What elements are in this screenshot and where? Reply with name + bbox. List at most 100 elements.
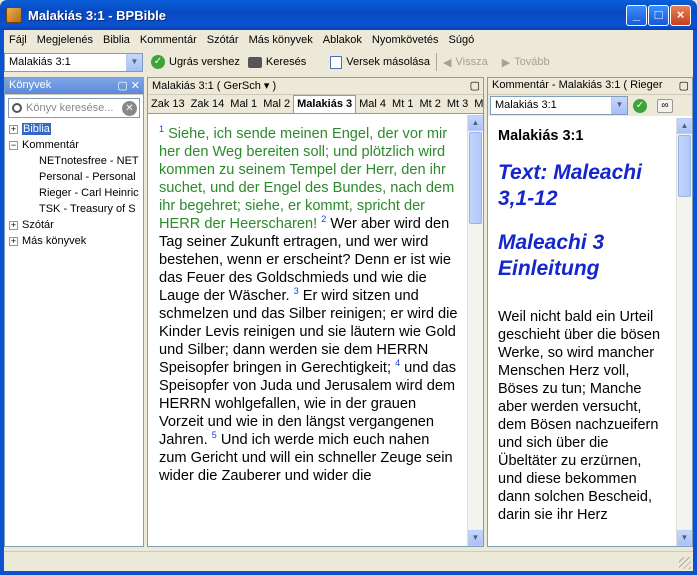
menu-file[interactable]: Fájl xyxy=(4,34,32,46)
tree-item-other-books[interactable]: + Más könyvek xyxy=(9,233,143,249)
close-button[interactable]: × xyxy=(670,5,691,26)
pane-maximize-icon[interactable]: ▢ xyxy=(679,79,689,92)
menu-view[interactable]: Megjelenés xyxy=(32,34,98,46)
app-icon xyxy=(6,7,22,23)
resize-grip-icon[interactable] xyxy=(679,557,691,569)
expand-icon[interactable]: + xyxy=(9,221,18,230)
tree-item-dictionary[interactable]: + Szótár xyxy=(9,217,143,233)
menu-bar: Fájl Megjelenés Biblia Kommentár Szótár … xyxy=(4,30,693,50)
menu-commentary[interactable]: Kommentár xyxy=(135,34,202,46)
tree-item-rieger[interactable]: Rieger - Carl Heinric xyxy=(9,185,143,201)
book-tree: + Biblia − Kommentár NETnotesfree - NET Pe… xyxy=(5,121,143,249)
commentary-body: Weil nicht bald ein Urteil geschieht übe… xyxy=(498,309,661,523)
expand-icon[interactable]: + xyxy=(9,125,18,134)
window-frame-right xyxy=(693,30,697,575)
bible-version-selector[interactable]: Malakiás 3:1 ( GerSch ▾ ) xyxy=(152,80,276,92)
chapter-tab[interactable]: Mt 4 xyxy=(471,95,483,113)
verse-number[interactable]: 1 xyxy=(159,124,164,134)
window-frame-bottom xyxy=(0,571,697,575)
toolbar: Malakiás 3:1 ▼ ✓ Ugrás vershez Keresés V… xyxy=(4,51,693,73)
forward-button[interactable]: ▶ Tovább xyxy=(502,56,550,69)
books-pane-header: Könyvek ▢ ✕ xyxy=(5,78,143,95)
commentary-pane-title: Kommentár - Malakiás 3:1 ( Rieger xyxy=(492,79,663,91)
menu-windows[interactable]: Ablakok xyxy=(318,34,367,46)
copy-verses-button[interactable]: Versek másolása xyxy=(330,55,431,69)
commentary-pane: Kommentár - Malakiás 3:1 ( Rieger ▢ Mala… xyxy=(487,77,693,547)
scroll-thumb[interactable] xyxy=(469,132,482,224)
bible-text: 1 Siehe, ich sende meinen Engel, der vor… xyxy=(148,115,467,546)
menu-tracking[interactable]: Nyomkövetés xyxy=(367,34,444,46)
bible-pane-header: Malakiás 3:1 ( GerSch ▾ ) ▢ xyxy=(148,78,483,95)
scroll-thumb[interactable] xyxy=(678,135,691,197)
status-bar xyxy=(4,551,693,571)
collapse-icon[interactable]: − xyxy=(9,141,18,150)
scroll-up-icon[interactable]: ▲ xyxy=(468,115,483,131)
check-icon: ✓ xyxy=(151,55,165,69)
reference-combo[interactable]: Malakiás 3:1 ▼ xyxy=(4,52,143,72)
goto-verse-label: Ugrás vershez xyxy=(169,56,240,68)
chapter-tab[interactable]: Mal 4 xyxy=(356,95,389,113)
pane-maximize-icon[interactable]: ▢ xyxy=(470,79,480,92)
chapter-tab[interactable]: Malakiás 3 xyxy=(293,95,357,113)
tree-item-commentary[interactable]: − Kommentár xyxy=(9,137,143,153)
maximize-button[interactable]: □ xyxy=(648,5,669,26)
verse-number[interactable]: 5 xyxy=(212,430,217,440)
back-button[interactable]: ◀ Vissza xyxy=(443,56,488,69)
back-arrow-icon: ◀ xyxy=(443,56,452,69)
minimize-button[interactable]: _ xyxy=(626,5,647,26)
scroll-down-icon[interactable]: ▼ xyxy=(677,530,692,546)
menu-dictionary[interactable]: Szótár xyxy=(202,34,244,46)
bible-scrollbar[interactable]: ▲ ▼ xyxy=(467,115,483,546)
chapter-tab[interactable]: Mt 1 xyxy=(389,95,416,113)
commentary-heading-text: Text: Maleachi 3,1-12 xyxy=(498,161,642,210)
books-pane: Könyvek ▢ ✕ Könyv keresése... ✕ + Biblia … xyxy=(4,77,144,547)
verse-number[interactable]: 2 xyxy=(321,214,326,224)
chevron-down-icon[interactable]: ▼ xyxy=(126,53,142,71)
book-search-input[interactable]: Könyv keresése... ✕ xyxy=(8,98,140,118)
scroll-up-icon[interactable]: ▲ xyxy=(677,118,692,134)
scroll-down-icon[interactable]: ▼ xyxy=(468,530,483,546)
tree-item-bible[interactable]: + Biblia xyxy=(9,121,143,137)
menu-bible[interactable]: Biblia xyxy=(98,34,135,46)
copy-verses-label: Versek másolása xyxy=(346,56,431,68)
menu-other-books[interactable]: Más könyvek xyxy=(244,34,318,46)
chevron-down-icon[interactable]: ▼ xyxy=(611,97,627,114)
chapter-tab[interactable]: Zak 13 xyxy=(148,95,188,113)
expand-icon[interactable]: + xyxy=(9,237,18,246)
window-title: Malakiás 3:1 - BPBible xyxy=(28,8,166,23)
chapter-tab[interactable]: Mt 3 xyxy=(444,95,471,113)
chapter-tab[interactable]: Mal 2 xyxy=(260,95,293,113)
tree-item-personal[interactable]: Personal - Personal xyxy=(9,169,143,185)
commentary-scrollbar[interactable]: ▲ ▼ xyxy=(676,118,692,546)
check-icon[interactable]: ✓ xyxy=(633,98,647,113)
reference-value: Malakiás 3:1 xyxy=(9,55,71,68)
commentary-pane-header: Kommentár - Malakiás 3:1 ( Rieger ▢ xyxy=(488,78,692,95)
verse-number[interactable]: 3 xyxy=(294,286,299,296)
menu-help[interactable]: Súgó xyxy=(444,34,480,46)
goto-verse-button[interactable]: ✓ Ugrás vershez xyxy=(151,55,240,69)
forward-label: Tovább xyxy=(514,56,550,68)
copy-icon xyxy=(330,55,343,69)
pane-controls[interactable]: ▢ ✕ xyxy=(117,79,140,92)
chapter-tab[interactable]: Mt 2 xyxy=(416,95,443,113)
title-bar: Malakiás 3:1 - BPBible _ □ × xyxy=(0,0,697,30)
verse-number[interactable]: 4 xyxy=(395,358,400,368)
books-pane-title: Könyvek xyxy=(9,79,52,91)
window-frame-left xyxy=(0,30,4,575)
tree-item-tsk[interactable]: TSK - Treasury of S xyxy=(9,201,143,217)
chapter-tab[interactable]: Mal 1 xyxy=(227,95,260,113)
commentary-text: Malakiás 3:1 Text: Maleachi 3,1-12 Malea… xyxy=(488,118,676,546)
commentary-reference-value: Malakiás 3:1 xyxy=(495,99,557,111)
link-icon[interactable]: ∞ xyxy=(657,98,673,113)
toolbar-separator xyxy=(436,53,438,71)
tree-item-netnotes[interactable]: NETnotesfree - NET xyxy=(9,153,143,169)
bible-pane: Malakiás 3:1 ( GerSch ▾ ) ▢ Zak 13 Zak 14… xyxy=(147,77,484,547)
forward-arrow-icon: ▶ xyxy=(501,56,511,69)
back-label: Vissza xyxy=(455,56,488,68)
search-button[interactable]: Keresés xyxy=(247,56,306,68)
commentary-reference-combo[interactable]: Malakiás 3:1 ▼ xyxy=(490,96,628,115)
commentary-ref-heading: Malakiás 3:1 xyxy=(498,128,584,144)
chapter-tab[interactable]: Zak 14 xyxy=(188,95,228,113)
clear-icon[interactable]: ✕ xyxy=(122,101,137,116)
book-search-placeholder: Könyv keresése... xyxy=(26,102,114,114)
